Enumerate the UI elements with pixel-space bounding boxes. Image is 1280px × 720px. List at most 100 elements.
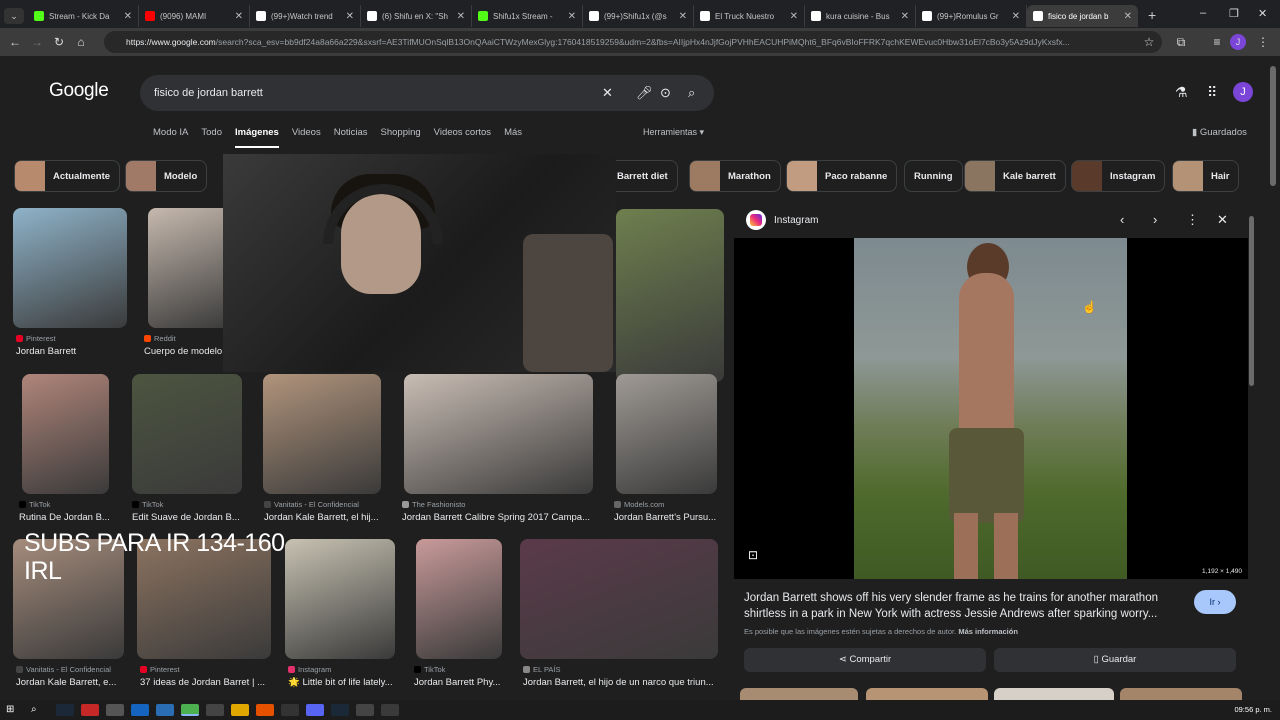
page-scrollbar[interactable]	[1270, 66, 1276, 186]
result-title[interactable]: Jordan Barrett, el hijo de un narco que …	[523, 677, 723, 688]
reload-button[interactable]: ↻	[48, 35, 70, 49]
browser-tab[interactable]: (99+)Shifu1x (@s ✕	[583, 5, 694, 27]
media-icon[interactable]: ≡	[1206, 35, 1228, 49]
nav-tab[interactable]: Videos	[292, 127, 321, 148]
lens-icon[interactable]: ⊙	[660, 75, 671, 111]
nav-tab[interactable]: Noticias	[334, 127, 368, 148]
result-thumbnail[interactable]	[616, 374, 717, 494]
profile-avatar[interactable]: J	[1230, 34, 1246, 50]
result-title[interactable]: Jordan Barrett Phy...	[414, 677, 524, 688]
apps-grid-icon[interactable]: ⠿	[1207, 84, 1217, 101]
prev-image-icon[interactable]: ‹	[1120, 212, 1124, 227]
result-title[interactable]: 🌟 Little bit of life lately...	[288, 677, 398, 688]
nav-tab[interactable]: Videos cortos	[434, 127, 491, 148]
close-window-button[interactable]: ✕	[1258, 7, 1267, 20]
nav-tab[interactable]: Shopping	[381, 127, 421, 148]
tools-menu[interactable]: Herramientas ▾	[643, 127, 704, 138]
result-title[interactable]: Edit Suave de Jordan B...	[132, 512, 242, 523]
tab-close-icon[interactable]: ✕	[457, 11, 465, 22]
tab-close-icon[interactable]: ✕	[124, 11, 132, 22]
browser-tab[interactable]: (99+)Romulus Gr ✕	[916, 5, 1027, 27]
browser-tab[interactable]: El Truck Nuestro ✕	[694, 5, 805, 27]
image-result[interactable]: Vanitatis - El Confidencial Jordan Kale B…	[261, 374, 381, 534]
next-image-icon[interactable]: ›	[1153, 212, 1157, 227]
tab-close-icon[interactable]: ✕	[901, 11, 909, 22]
related-chip[interactable]: Modelo	[125, 160, 208, 192]
app-icon[interactable]	[81, 704, 99, 716]
related-thumb[interactable]	[740, 688, 858, 700]
folder-icon[interactable]	[231, 704, 249, 716]
image-result[interactable]: InstagramJordan Barrett shows...	[616, 203, 736, 411]
image-result[interactable]: EL PAÍS Jordan Barrett, el hijo de un nar…	[520, 539, 718, 699]
result-thumbnail[interactable]	[285, 539, 395, 659]
related-chip[interactable]: Running	[904, 160, 963, 192]
chrome-icon[interactable]	[181, 704, 199, 716]
extensions-icon[interactable]: ⧉	[1170, 35, 1192, 50]
browser-tab[interactable]: Stream - Kick Da ✕	[28, 5, 139, 27]
app-icon[interactable]	[256, 704, 274, 716]
browser-tab[interactable]: kura cuisine - Bus ✕	[805, 5, 916, 27]
result-thumbnail[interactable]	[404, 374, 593, 494]
app-icon[interactable]	[156, 704, 174, 716]
nav-tab[interactable]: Modo IA	[153, 127, 188, 148]
related-chip[interactable]: Marathon	[689, 160, 781, 192]
result-title[interactable]: Jordan Barrett's Pursu...	[614, 512, 724, 523]
app-icon[interactable]	[381, 704, 399, 716]
settings-icon[interactable]	[356, 704, 374, 716]
steam-icon[interactable]	[56, 704, 74, 716]
result-title[interactable]: Jordan Barrett	[16, 346, 130, 357]
tab-close-icon[interactable]: ✕	[235, 11, 243, 22]
app-icon[interactable]	[206, 704, 224, 716]
share-button[interactable]: ⋖ Compartir	[744, 648, 986, 672]
search-icon[interactable]: ⌕	[688, 75, 695, 111]
more-options-icon[interactable]: ⋮	[1186, 212, 1199, 228]
maximize-button[interactable]: ❐	[1229, 7, 1239, 20]
result-thumbnail[interactable]	[132, 374, 242, 494]
bookmark-star-icon[interactable]: ☆	[1138, 35, 1160, 49]
new-tab-button[interactable]: +	[1148, 7, 1156, 23]
tab-close-icon[interactable]: ✕	[790, 11, 798, 22]
app-icon[interactable]	[281, 704, 299, 716]
nav-tab[interactable]: Imágenes	[235, 127, 279, 148]
windows-start-icon[interactable]: ⊞	[6, 704, 24, 716]
result-thumbnail[interactable]	[13, 208, 127, 328]
back-button[interactable]: ←	[4, 35, 26, 49]
nav-tab[interactable]: Más	[504, 127, 522, 148]
related-thumb[interactable]	[994, 688, 1114, 700]
result-thumbnail[interactable]	[22, 374, 109, 494]
tab-close-icon[interactable]: ✕	[346, 11, 354, 22]
taskbar-search-icon[interactable]: ⌕	[31, 704, 49, 716]
related-chip[interactable]: Instagram	[1071, 160, 1166, 192]
result-title[interactable]: Rutina De Jordan B...	[19, 512, 129, 523]
discord-icon[interactable]	[306, 704, 324, 716]
tab-close-icon[interactable]: ✕	[568, 11, 576, 22]
browser-tab[interactable]: Shifu1x Stream - ✕	[472, 5, 583, 27]
google-logo[interactable]: Google	[49, 80, 109, 102]
more-info-link[interactable]: Más información	[958, 627, 1018, 636]
image-result[interactable]: Pinterest Jordan Barrett	[13, 208, 133, 368]
related-chip[interactable]: Paco rabanne	[786, 160, 898, 192]
nav-tab[interactable]: Todo	[201, 127, 222, 148]
related-chip[interactable]: Hair	[1172, 160, 1240, 192]
forward-button[interactable]: →	[26, 35, 48, 49]
related-chip[interactable]: Actualmente	[14, 160, 121, 192]
image-result[interactable]: TikTok Edit Suave de Jordan B...	[129, 374, 249, 534]
visual-search-icon[interactable]: ⊡	[748, 548, 758, 562]
result-thumbnail[interactable]	[616, 209, 724, 382]
result-thumbnail[interactable]	[416, 539, 502, 659]
tab-close-icon[interactable]: ✕	[679, 11, 687, 22]
browser-menu-icon[interactable]: ⋮	[1252, 35, 1274, 49]
related-thumb[interactable]	[1120, 688, 1242, 700]
image-result[interactable]: The Fashionisto Jordan Barrett Calibre Sp…	[399, 374, 593, 534]
image-result[interactable]: TikTok Rutina De Jordan B...	[16, 374, 136, 534]
account-avatar[interactable]: J	[1233, 82, 1253, 102]
tab-close-icon[interactable]: ✕	[1124, 11, 1132, 22]
steam-icon[interactable]	[331, 704, 349, 716]
url-bar[interactable]: https://www.google.com/search?sca_esv=bb…	[104, 31, 1162, 53]
result-thumbnail[interactable]	[520, 539, 718, 659]
result-thumbnail[interactable]	[263, 374, 381, 494]
app-icon[interactable]	[131, 704, 149, 716]
browser-tab[interactable]: (6) Shifu en X: "Sh ✕	[361, 5, 472, 27]
tab-search-button[interactable]: ⌄	[4, 8, 24, 24]
browser-tab[interactable]: (9096) MAMI ✕	[139, 5, 250, 27]
